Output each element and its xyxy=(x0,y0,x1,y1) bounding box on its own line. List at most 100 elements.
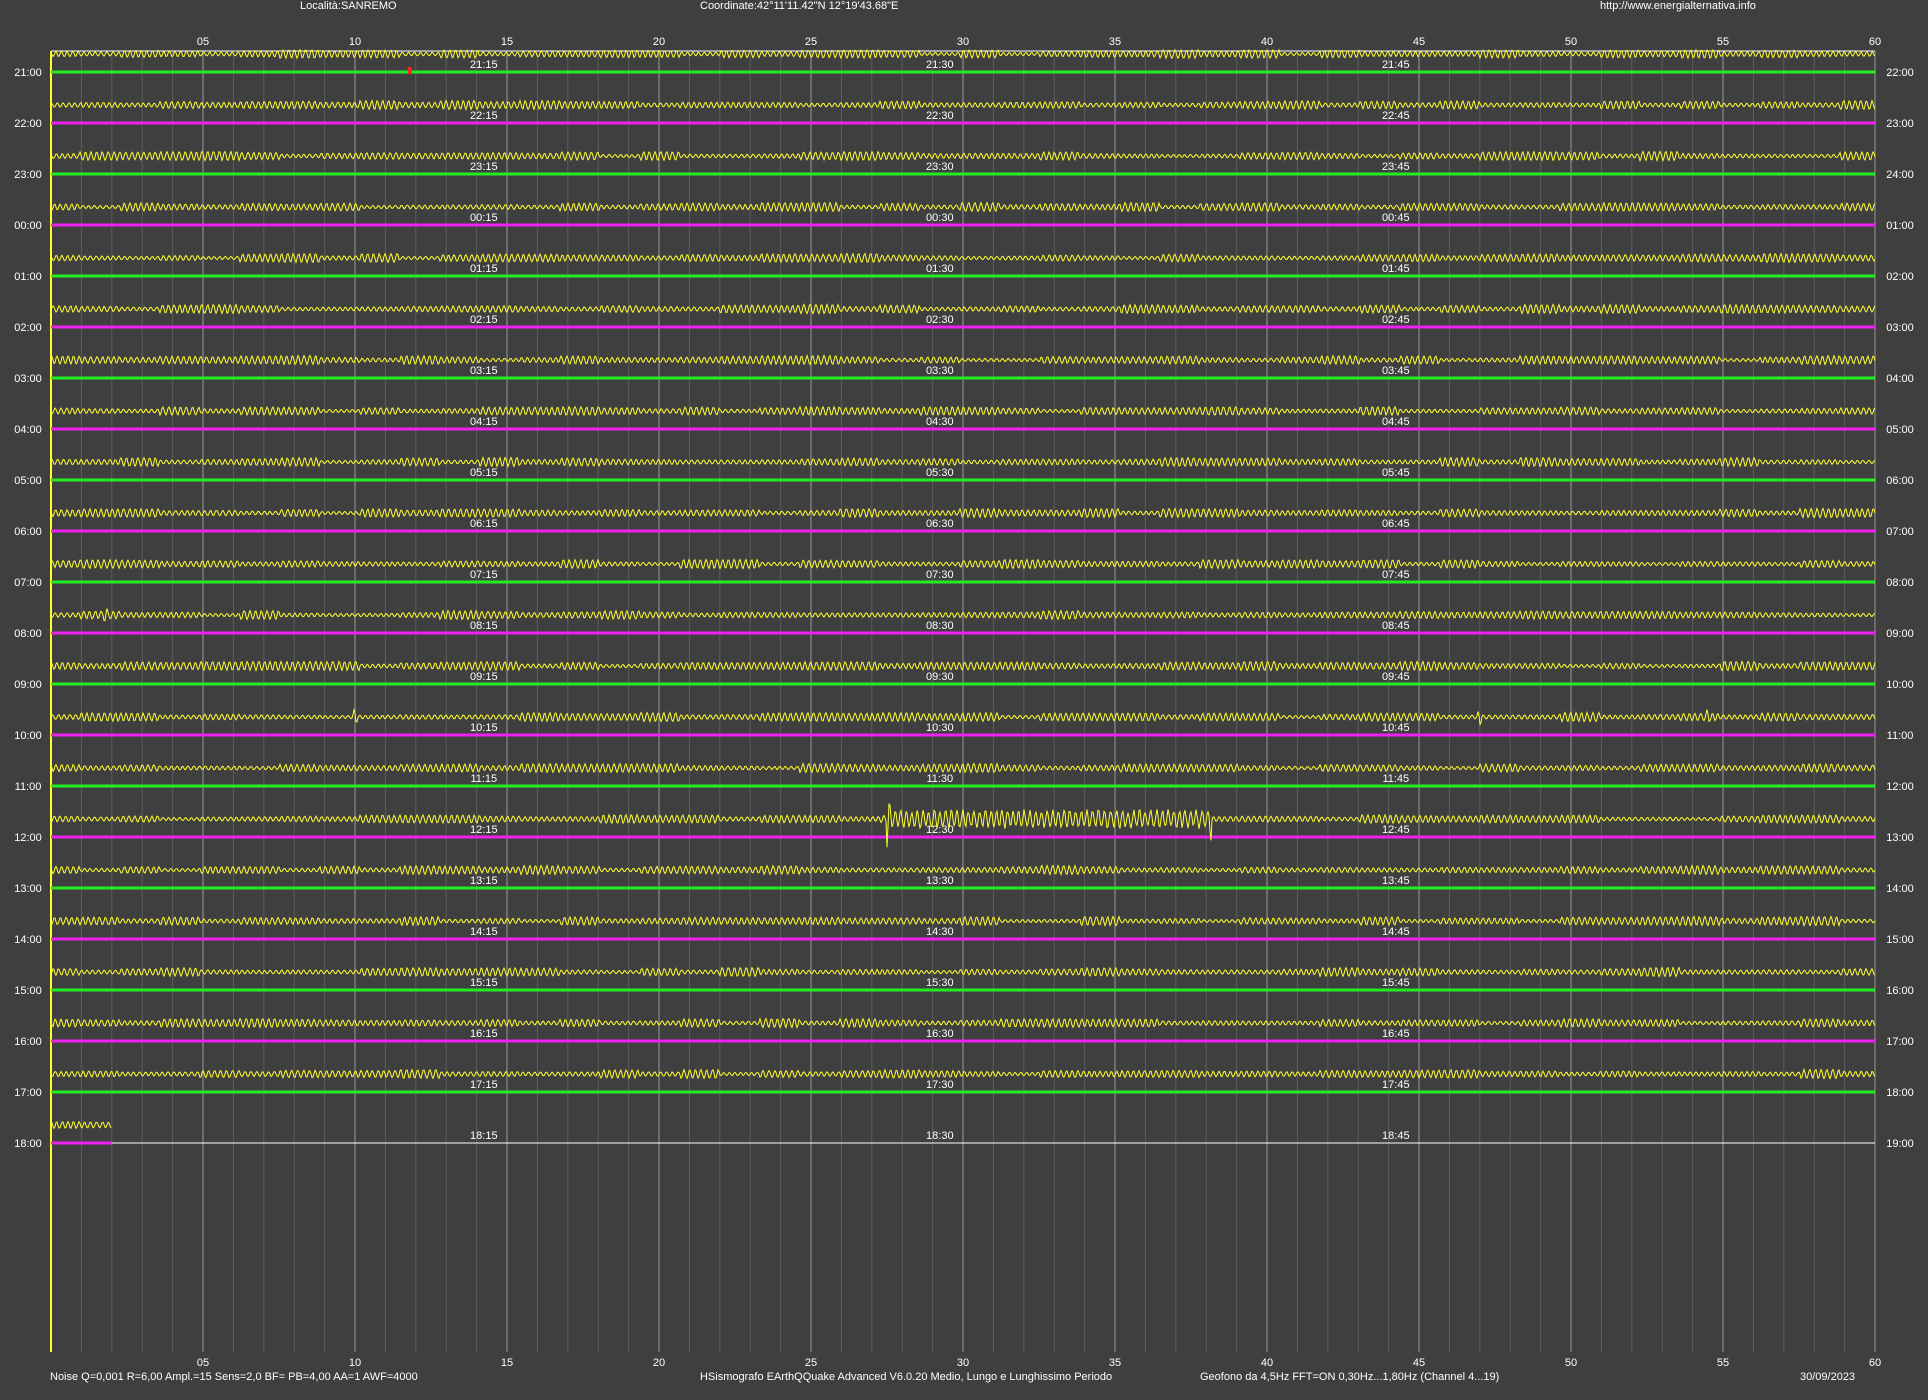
quarter-label: 16:30 xyxy=(926,1028,954,1040)
seismogram-chart: 05 05 10 10 15 15 20 20 25 25 30 30 35 35 40 40 45 45 50 50… xyxy=(14,36,1914,1369)
hour-label-left: 09:00 xyxy=(14,679,42,691)
hour-label-right: 14:00 xyxy=(1886,883,1914,895)
x-tick-label-top: 15 xyxy=(501,36,513,48)
quarter-label: 01:15 xyxy=(470,263,498,275)
x-tick-label-bottom: 50 xyxy=(1565,1357,1577,1369)
hour-label-left: 15:00 xyxy=(14,985,42,997)
quarter-label: 04:45 xyxy=(1382,416,1410,428)
quarter-label: 10:45 xyxy=(1382,722,1410,734)
quarter-label: 23:45 xyxy=(1382,161,1410,173)
hour-label-right: 07:00 xyxy=(1886,526,1914,538)
quarter-label: 14:15 xyxy=(470,926,498,938)
x-tick-label-top: 45 xyxy=(1413,36,1425,48)
hour-label-left: 00:00 xyxy=(14,220,42,232)
location-label: Località:SANREMO xyxy=(300,0,397,12)
quarter-label: 06:15 xyxy=(470,518,498,530)
quarter-label: 23:15 xyxy=(470,161,498,173)
quarter-label: 22:45 xyxy=(1382,110,1410,122)
x-tick-label-top: 40 xyxy=(1261,36,1273,48)
quarter-label: 04:30 xyxy=(926,416,954,428)
x-tick-label-bottom: 15 xyxy=(501,1357,513,1369)
x-tick-label-top: 60 xyxy=(1869,36,1881,48)
hour-label-left: 04:00 xyxy=(14,424,42,436)
quarter-label: 07:30 xyxy=(926,569,954,581)
quarter-label: 11:15 xyxy=(470,773,497,785)
quarter-label: 17:30 xyxy=(926,1079,954,1091)
quarter-label: 06:45 xyxy=(1382,518,1410,530)
hour-label-left: 05:00 xyxy=(14,475,42,487)
quarter-label: 21:45 xyxy=(1382,59,1410,71)
x-tick-label-top: 55 xyxy=(1717,36,1729,48)
x-tick-label-bottom: 25 xyxy=(805,1357,817,1369)
event-marker xyxy=(407,67,412,74)
hour-label-left: 10:00 xyxy=(14,730,42,742)
quarter-label: 00:45 xyxy=(1382,212,1410,224)
x-tick-label-bottom: 60 xyxy=(1869,1357,1881,1369)
x-tick-label-bottom: 10 xyxy=(349,1357,361,1369)
hour-label-left: 08:00 xyxy=(14,628,42,640)
quarter-label: 03:30 xyxy=(926,365,954,377)
x-tick-label-top: 25 xyxy=(805,36,817,48)
hour-label-right: 19:00 xyxy=(1886,1138,1914,1150)
hour-label-left: 12:00 xyxy=(14,832,42,844)
quarter-label: 02:15 xyxy=(470,314,498,326)
hour-label-right: 08:00 xyxy=(1886,577,1914,589)
hour-label-left: 11:00 xyxy=(15,781,42,793)
quarter-label: 21:30 xyxy=(926,59,954,71)
quarter-label: 10:30 xyxy=(926,722,954,734)
quarter-label: 13:15 xyxy=(470,875,498,887)
hour-label-right: 11:00 xyxy=(1887,730,1914,742)
x-tick-label-top: 10 xyxy=(349,36,361,48)
hour-label-right: 13:00 xyxy=(1886,832,1914,844)
hour-label-left: 13:00 xyxy=(14,883,42,895)
hour-label-left: 01:00 xyxy=(14,271,42,283)
quarter-label: 07:45 xyxy=(1382,569,1410,581)
hour-label-right: 12:00 xyxy=(1886,781,1914,793)
quarter-label: 23:30 xyxy=(926,161,954,173)
quarter-label: 14:45 xyxy=(1382,926,1410,938)
hour-label-right: 09:00 xyxy=(1886,628,1914,640)
hour-label-right: 01:00 xyxy=(1886,220,1914,232)
parameters-footer: Noise Q=0,001 R=6,00 Ampl.=15 Sens=2,0 B… xyxy=(50,1371,418,1383)
quarter-label: 16:15 xyxy=(470,1028,498,1040)
hour-label-right: 04:00 xyxy=(1886,373,1914,385)
hour-label-right: 10:00 xyxy=(1886,679,1914,691)
hour-label-right: 03:00 xyxy=(1886,322,1914,334)
x-tick-label-bottom: 55 xyxy=(1717,1357,1729,1369)
hour-label-right: 17:00 xyxy=(1886,1036,1914,1048)
hour-label-right: 05:00 xyxy=(1886,424,1914,436)
hour-label-left: 03:00 xyxy=(14,373,42,385)
hour-label-right: 06:00 xyxy=(1886,475,1914,487)
x-tick-label-bottom: 05 xyxy=(197,1357,209,1369)
quarter-label: 00:15 xyxy=(470,212,498,224)
website-link[interactable]: http://www.energialternativa.info xyxy=(1600,0,1756,12)
x-tick-label-top: 50 xyxy=(1565,36,1577,48)
quarter-label: 22:30 xyxy=(926,110,954,122)
date-footer: 30/09/2023 xyxy=(1800,1371,1856,1383)
x-tick-label-bottom: 40 xyxy=(1261,1357,1273,1369)
quarter-label: 05:15 xyxy=(470,467,498,479)
quarter-label: 08:15 xyxy=(470,620,498,632)
x-tick-label-top: 05 xyxy=(197,36,209,48)
quarter-label: 17:15 xyxy=(470,1079,498,1091)
x-tick-label-bottom: 35 xyxy=(1109,1357,1121,1369)
quarter-label: 12:45 xyxy=(1382,824,1410,836)
quarter-label: 21:15 xyxy=(470,59,498,71)
quarter-label: 11:45 xyxy=(1382,773,1409,785)
hour-label-left: 17:00 xyxy=(14,1087,42,1099)
quarter-label: 12:15 xyxy=(470,824,498,836)
quarter-label: 08:30 xyxy=(926,620,954,632)
quarter-label: 03:45 xyxy=(1382,365,1410,377)
quarter-label: 14:30 xyxy=(926,926,954,938)
hour-label-right: 02:00 xyxy=(1886,271,1914,283)
quarter-label: 15:45 xyxy=(1382,977,1410,989)
quarter-label: 15:30 xyxy=(926,977,954,989)
hour-label-right: 22:00 xyxy=(1886,67,1914,79)
hour-label-left: 22:00 xyxy=(14,118,42,130)
hour-label-left: 18:00 xyxy=(14,1138,42,1150)
quarter-label: 09:15 xyxy=(470,671,498,683)
hour-label-right: 23:00 xyxy=(1886,118,1914,130)
quarter-label: 00:30 xyxy=(926,212,954,224)
hour-label-right: 16:00 xyxy=(1886,985,1914,997)
x-tick-label-bottom: 45 xyxy=(1413,1357,1425,1369)
